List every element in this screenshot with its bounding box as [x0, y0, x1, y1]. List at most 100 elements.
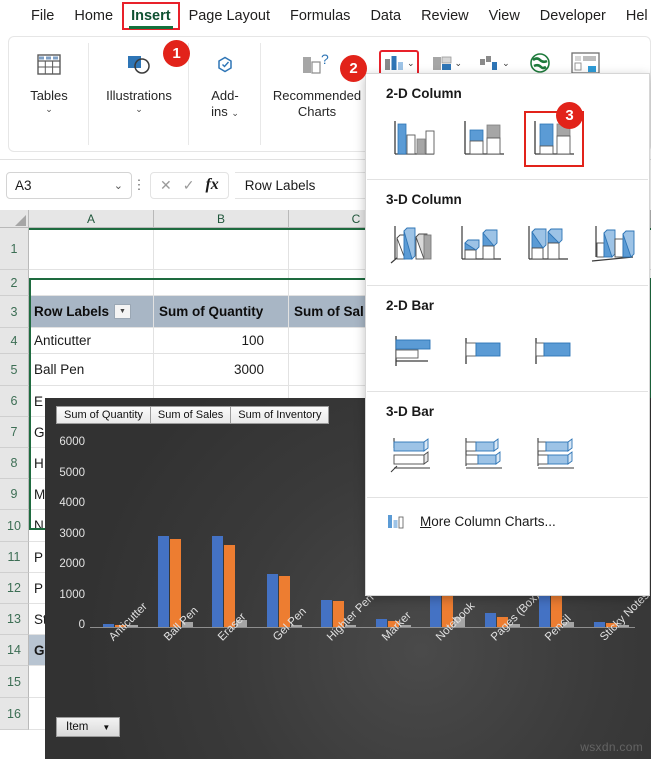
insert-function-icon[interactable]: fx [205, 176, 218, 194]
row-labels-text: Row Labels [34, 304, 110, 319]
row-header-4[interactable]: 4 [0, 328, 29, 354]
cell-row-labels-header[interactable]: Row Labels ▼ [29, 296, 154, 327]
chart-thumb-3d-stacked-column[interactable] [451, 217, 511, 273]
chart-bar [103, 623, 115, 627]
name-box[interactable]: A3 ⌄ [6, 171, 132, 199]
chart-bar [212, 535, 224, 627]
chevron-down-icon[interactable]: ⌄ [502, 58, 510, 69]
row-header-16[interactable]: 16 [0, 698, 29, 730]
more-column-charts-menu-item[interactable]: More Column Charts... [366, 498, 649, 544]
cell-b5[interactable]: 3000 [154, 354, 289, 385]
chart-thumb-clustered-column[interactable] [384, 111, 444, 167]
row-header-9[interactable]: 9 [0, 479, 29, 510]
chart-y-tick: 0 [78, 619, 85, 631]
row-header-1[interactable]: 1 [0, 228, 29, 270]
chart-thumb-clustered-bar[interactable] [384, 323, 444, 379]
row-header-7[interactable]: 7 [0, 417, 29, 448]
ribbon-group-addins-label: Add- ins ⌄ [211, 88, 239, 120]
tab-view[interactable]: View [480, 2, 529, 30]
chart-thumb-stacked-bar[interactable] [454, 323, 514, 379]
thumb-row-3d-column [366, 213, 649, 285]
chart-x-tick-label: Anticutter [107, 600, 151, 644]
field-button-sum-of-sales[interactable]: Sum of Sales [149, 406, 232, 424]
chart-thumb-3d-clustered-bar[interactable] [384, 429, 446, 485]
column-header-b[interactable]: B [154, 210, 289, 228]
addins-icon [211, 46, 239, 84]
chart-thumb-100-stacked-bar[interactable] [524, 323, 584, 379]
cell-b1[interactable] [154, 228, 289, 269]
cell-sum-quantity-header[interactable]: Sum of Quantity [154, 296, 289, 327]
ribbon-group-addins[interactable]: Add- ins ⌄ [189, 37, 261, 151]
chevron-down-icon[interactable]: ⌄ [407, 58, 415, 69]
more-column-charts-label: More Column Charts... [420, 514, 556, 529]
chart-x-tick-label: Sticky Notes [597, 589, 651, 644]
tab-review-label: Review [421, 8, 469, 24]
chart-type-dropdown-menu: 2-D Column 3 3-D Column 2-D Bar 3-D Bar … [365, 73, 650, 596]
cell-b4[interactable]: 100 [154, 328, 289, 353]
chart-bar [375, 619, 387, 627]
column-header-a[interactable]: A [29, 210, 154, 228]
chart-thumb-stacked-column[interactable] [454, 111, 514, 167]
tab-page-layout-label: Page Layout [188, 8, 270, 24]
cell-a2[interactable] [29, 270, 154, 295]
row-header-13[interactable]: 13 [0, 604, 29, 635]
axis-field-button-item[interactable]: Item ▼ [56, 717, 121, 737]
cell-a5[interactable]: Ball Pen [29, 354, 154, 385]
recommended-label-line2: Charts [297, 104, 337, 119]
row-header-11[interactable]: 11 [0, 542, 29, 573]
annotation-badge-3: 3 [556, 102, 583, 129]
tab-file[interactable]: File [22, 2, 63, 30]
tab-review[interactable]: Review [412, 2, 478, 30]
row-header-3[interactable]: 3 [0, 296, 29, 328]
chevron-down-icon[interactable]: ⌄ [114, 179, 123, 192]
tab-data[interactable]: Data [361, 2, 410, 30]
chart-thumb-3d-100-stacked-column[interactable] [518, 217, 578, 273]
chevron-down-icon[interactable]: ▼ [102, 723, 110, 732]
tab-insert[interactable]: Insert [122, 2, 180, 30]
ribbon-group-tables[interactable]: Tables ⌄ [9, 37, 89, 151]
tab-help[interactable]: Hel [617, 2, 651, 30]
row-header-12[interactable]: 12 [0, 573, 29, 604]
confirm-formula-icon[interactable]: ✓ [183, 177, 195, 194]
row-header-6[interactable]: 6 [0, 386, 29, 417]
section-title-2d-bar: 2-D Bar [386, 298, 435, 313]
annotation-badge-1: 1 [163, 40, 190, 67]
chart-thumb-3d-stacked-bar[interactable] [456, 429, 518, 485]
tab-developer-label: Developer [539, 8, 606, 24]
field-button-sum-of-inventory[interactable]: Sum of Inventory [230, 406, 330, 424]
chevron-down-icon[interactable]: ⌄ [135, 105, 143, 114]
row-labels-filter-button[interactable]: ▼ [114, 304, 132, 319]
recommended-label-line1: Recommended [272, 88, 362, 103]
cell-b2[interactable] [154, 270, 289, 295]
name-box-value: A3 [15, 177, 32, 193]
tab-developer[interactable]: Developer [531, 2, 615, 30]
chart-thumb-3d-100-stacked-bar[interactable] [528, 429, 590, 485]
chevron-down-icon[interactable]: ⌄ [455, 58, 463, 69]
formula-actions: ✕ ✓ fx [150, 171, 229, 199]
cell-a4[interactable]: Anticutter [29, 328, 154, 353]
tab-insert-label: Insert [131, 8, 171, 24]
hierarchy-chart-icon [432, 56, 451, 70]
row-header-10[interactable]: 10 [0, 510, 29, 542]
cancel-formula-icon[interactable]: ✕ [160, 177, 172, 194]
tab-formulas[interactable]: Formulas [281, 2, 359, 30]
row-header-2[interactable]: 2 [0, 270, 29, 296]
row-header-15[interactable]: 15 [0, 666, 29, 698]
field-button-sum-of-quantity[interactable]: Sum of Quantity [56, 406, 151, 424]
recommended-charts-icon: ? [297, 46, 337, 84]
chevron-down-icon[interactable]: ⌄ [231, 108, 239, 118]
chart-thumb-3d-column[interactable] [585, 217, 645, 273]
recommended-charts-label: Recommended Charts [273, 88, 361, 120]
chart-y-tick: 1000 [59, 588, 85, 601]
tab-home[interactable]: Home [65, 2, 122, 30]
tab-page-layout[interactable]: Page Layout [180, 2, 279, 30]
chart-thumb-3d-clustered-column[interactable] [384, 217, 444, 273]
chevron-down-icon[interactable]: ⌄ [45, 105, 53, 114]
more-options-icon[interactable]: ⋮ [132, 177, 146, 193]
row-header-5[interactable]: 5 [0, 354, 29, 386]
cell-a1[interactable] [29, 228, 154, 269]
row-header-8[interactable]: 8 [0, 448, 29, 479]
recommended-charts-button[interactable]: ? Recommended Charts [261, 37, 373, 151]
row-header-14[interactable]: 14 [0, 635, 29, 666]
select-all-corner[interactable] [0, 210, 29, 228]
